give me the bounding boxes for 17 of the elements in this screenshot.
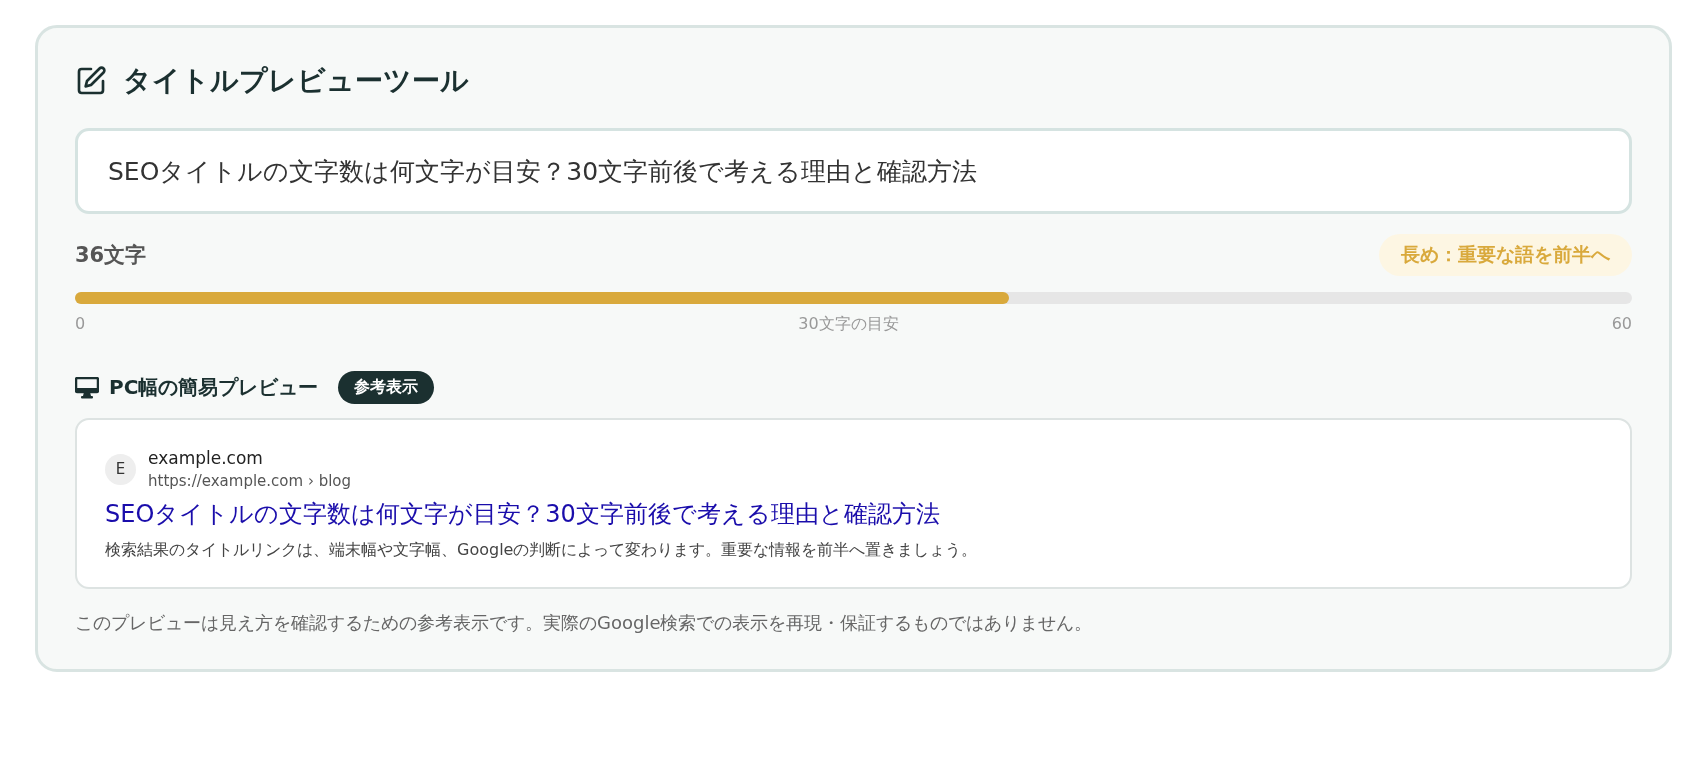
scale-min: 0 [75, 314, 86, 335]
result-snippet: 検索結果のタイトルリンクは、端末幅や文字幅、Googleの判断によって変わります。重要な情報を前半へ置きましょう。 [105, 540, 979, 561]
reference-tag: 参考表示 [338, 371, 435, 404]
preview-heading: PC幅の簡易プレビュー [109, 374, 319, 401]
site-favicon: E [105, 453, 136, 485]
character-count: 36文字 [75, 242, 147, 269]
result-url: https://example.com › blog [148, 472, 352, 490]
tool-title: タイトルプレビューツール [123, 63, 469, 99]
site-name: example.com [148, 448, 264, 468]
monitor-icon [75, 376, 99, 399]
title-input[interactable]: SEOタイトルの文字数は何文字が目安？30文字前後で考える理由と確認方法 [75, 128, 1632, 214]
scale-max: 60 [1611, 314, 1632, 335]
status-badge: 長め：重要な語を前半へ [1379, 234, 1632, 276]
scale-target: 30文字の目安 [798, 314, 899, 335]
disclaimer-note: このプレビューは見え方を確認するための参考表示です。実際のGoogle検索での表示を再現・保証するものではありません。 [75, 611, 1094, 635]
edit-icon [75, 65, 107, 97]
result-title-link[interactable]: SEOタイトルの文字数は何文字が目安？30文字前後で考える理由と確認方法 [105, 498, 1602, 530]
